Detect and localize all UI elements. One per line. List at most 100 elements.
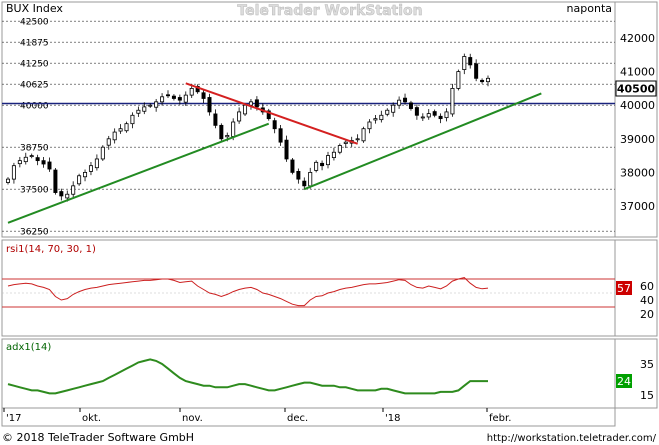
candle: [154, 98, 159, 112]
candle: [29, 153, 34, 159]
price-left-tick-labels: 4250041875412504062540000387503750036250: [20, 18, 49, 238]
candle-body: [379, 114, 384, 121]
adx-panel-frame: [1, 338, 616, 409]
candle-body: [462, 56, 467, 70]
candle-body: [154, 101, 159, 108]
candle-body: [278, 128, 283, 143]
candle-body: [213, 113, 218, 126]
candle: [53, 168, 58, 195]
green-trendline: [303, 92, 542, 191]
candle-body: [485, 77, 490, 83]
candle: [397, 96, 402, 109]
candle: [367, 119, 372, 134]
candle-body: [408, 102, 413, 109]
adx-line: [7, 358, 488, 395]
candle-body: [331, 151, 336, 159]
candle-body: [183, 94, 188, 103]
candle-body: [296, 170, 301, 180]
candle-body: [325, 155, 330, 166]
candle: [320, 160, 325, 171]
adx-value-badge: 24: [616, 374, 632, 388]
candle-body: [432, 111, 437, 116]
candle: [237, 107, 242, 124]
candle: [485, 75, 490, 87]
candle: [17, 156, 22, 168]
candle-body: [23, 156, 28, 163]
time-axis[interactable]: '17 okt. nov. dec. '18 febr.: [1, 407, 616, 427]
price-right-tick-label: 40000: [620, 99, 655, 112]
candle-body: [29, 155, 34, 158]
candle-body: [343, 141, 348, 144]
rsi-tick-label: 60: [640, 280, 654, 293]
candle: [272, 117, 277, 134]
candle: [474, 59, 479, 82]
candle-body: [171, 95, 176, 99]
candle-body: [391, 104, 396, 113]
candle-body: [403, 97, 408, 103]
footer-copyright: © 2018 TeleTrader Software GmbH: [2, 431, 194, 444]
price-panel[interactable]: 42500 41875 41250 40625 40000 38750 37500 36250…: [1, 1, 658, 238]
time-tick-label: dec.: [287, 413, 308, 424]
candle-body: [94, 158, 99, 169]
candle: [284, 135, 289, 162]
rsi-value-label: 57: [617, 282, 631, 295]
candle: [207, 93, 212, 116]
candle-body: [480, 79, 485, 83]
footer-url[interactable]: http://workstation.teletrader.com/: [487, 433, 657, 444]
chart-canvas: TeleTrader WorkStation 42500 41875 41250 40…: [1, 1, 658, 444]
candle: [201, 89, 206, 104]
candle: [290, 157, 295, 175]
red-trendline: [185, 82, 358, 145]
candle-body: [201, 92, 206, 99]
candle-body: [231, 121, 236, 137]
candle: [77, 173, 82, 186]
candle-body: [254, 99, 259, 108]
candle: [23, 152, 28, 165]
candle: [432, 109, 437, 118]
rsi-panel[interactable]: 604020 rsi1(14, 70, 30, 1) 57: [1, 239, 658, 337]
candle: [118, 124, 123, 134]
candle-body: [361, 128, 366, 142]
candle-body: [474, 63, 479, 79]
trendlines[interactable]: [7, 82, 542, 224]
candle-body: [414, 107, 419, 116]
adx-panel[interactable]: 35 15 adx1(14) 24: [1, 338, 658, 409]
candle-body: [136, 109, 141, 114]
time-tick-labels: '17 okt. nov. dec. '18 febr.: [3, 408, 511, 424]
candle: [462, 53, 467, 75]
candle: [361, 126, 366, 143]
candle: [106, 135, 111, 150]
candle: [379, 110, 384, 123]
candle-body: [272, 120, 277, 130]
candle-body: [337, 145, 342, 153]
candle-body: [160, 96, 165, 103]
candle: [11, 162, 16, 184]
candle: [136, 106, 141, 117]
candle-body: [83, 171, 88, 178]
candle: [438, 113, 443, 124]
rsi-title: rsi1(14, 70, 30, 1): [6, 244, 96, 255]
instrument-title: BUX Index: [6, 2, 63, 15]
candlestick-series: [6, 53, 490, 202]
candle-body: [41, 160, 46, 165]
candle-body: [355, 138, 360, 141]
candle: [71, 181, 76, 198]
candle: [59, 188, 64, 201]
candle-body: [468, 57, 473, 66]
candle-body: [314, 161, 319, 171]
candle: [35, 154, 40, 166]
candle: [468, 53, 473, 69]
price-left-tick-label: 38750: [20, 144, 49, 154]
rsi-value-badge: 57: [616, 281, 632, 295]
price-left-tick-label: 40625: [20, 81, 49, 91]
rsi-line: [7, 277, 489, 307]
price-right-tick-labels: 42000 41000 40000 39000 38000 37000: [620, 32, 655, 213]
candle-body: [420, 116, 425, 119]
time-tick-label: nov.: [182, 413, 203, 424]
rsi-tick-labels: 604020: [640, 280, 654, 321]
candle: [47, 157, 52, 172]
price-left-tick-label: 36250: [20, 228, 49, 238]
candle: [480, 78, 485, 84]
adx-tick-labels: 35 15: [640, 358, 654, 402]
candle-body: [35, 157, 40, 162]
